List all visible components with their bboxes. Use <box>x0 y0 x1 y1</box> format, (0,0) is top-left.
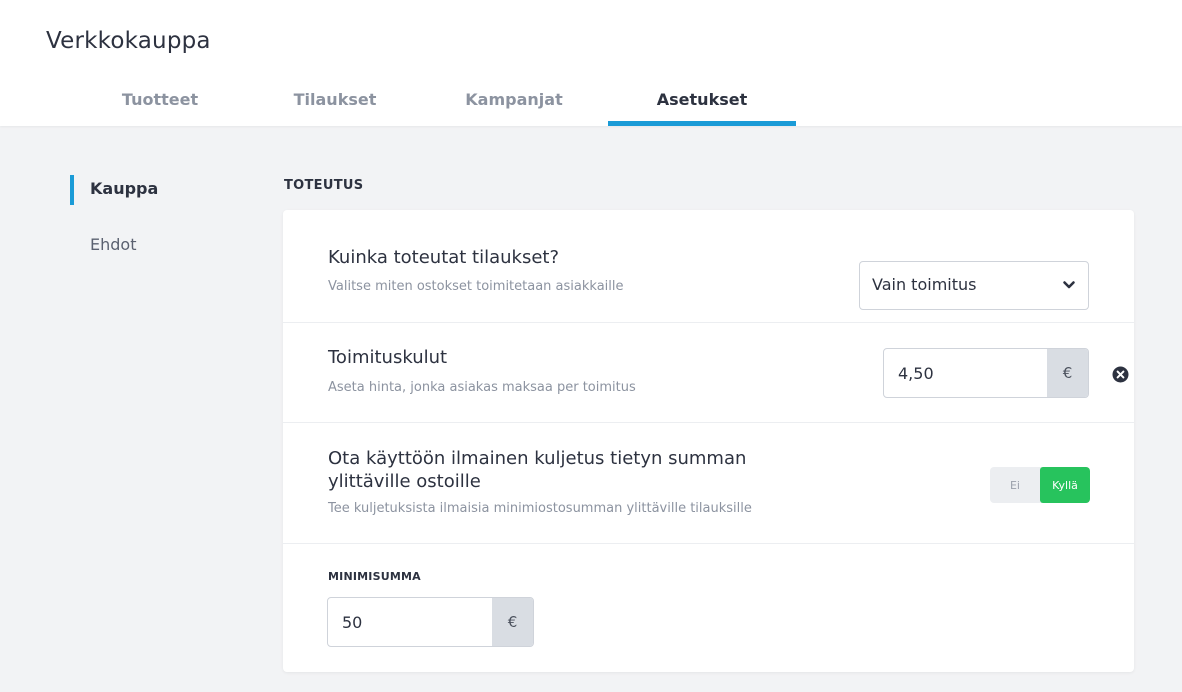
fulfillment-select[interactable]: Vain toimitus <box>859 261 1089 310</box>
tab-kampanjat[interactable]: Kampanjat <box>424 90 604 126</box>
fulfillment-title: Kuinka toteutat tilaukset? <box>328 247 560 268</box>
sidebar-item-ehdot[interactable]: Ehdot <box>90 235 136 254</box>
app-title: Verkkokauppa <box>46 28 211 54</box>
app-header: Verkkokauppa Tuotteet Tilaukset Kampanja… <box>0 0 1182 126</box>
free-shipping-title-line2: ylittäville ostoille <box>328 471 481 492</box>
row-divider <box>283 422 1134 423</box>
toggle-option-kylla[interactable]: Kyllä <box>1040 467 1090 503</box>
shipping-price-input[interactable] <box>884 349 1048 397</box>
row-divider <box>283 322 1134 323</box>
shipping-price-group: € <box>883 348 1089 398</box>
close-circle-icon[interactable] <box>1112 366 1129 383</box>
sidebar-active-indicator <box>70 175 74 205</box>
free-shipping-title-line1: Ota käyttöön ilmainen kuljetus tietyn su… <box>328 448 747 469</box>
minimum-sum-group: € <box>327 597 534 647</box>
currency-addon: € <box>492 598 533 646</box>
chevron-down-icon <box>1063 281 1075 289</box>
fulfillment-description: Valitse miten ostokset toimitetaan asiak… <box>328 279 624 294</box>
minimum-sum-input[interactable] <box>328 598 493 646</box>
tab-tuotteet[interactable]: Tuotteet <box>70 90 250 126</box>
row-divider <box>283 543 1134 544</box>
free-shipping-description: Tee kuljetuksista ilmaisia minimiostosum… <box>328 501 752 516</box>
currency-addon: € <box>1047 349 1088 397</box>
tab-asetukset[interactable]: Asetukset <box>608 90 796 126</box>
minimum-sum-label: MINIMISUMMA <box>328 570 421 583</box>
fulfillment-select-value: Vain toimitus <box>872 275 977 294</box>
free-shipping-toggle[interactable]: Ei Kyllä <box>990 467 1090 503</box>
sidebar-item-kauppa[interactable]: Kauppa <box>90 179 158 198</box>
section-title: TOTEUTUS <box>284 178 364 193</box>
shipping-title: Toimituskulut <box>328 347 448 368</box>
shipping-description: Aseta hinta, jonka asiakas maksaa per to… <box>328 380 636 395</box>
tab-tilaukset[interactable]: Tilaukset <box>245 90 425 126</box>
toggle-option-ei[interactable]: Ei <box>990 467 1040 503</box>
settings-card: Kuinka toteutat tilaukset? Valitse miten… <box>283 210 1134 672</box>
